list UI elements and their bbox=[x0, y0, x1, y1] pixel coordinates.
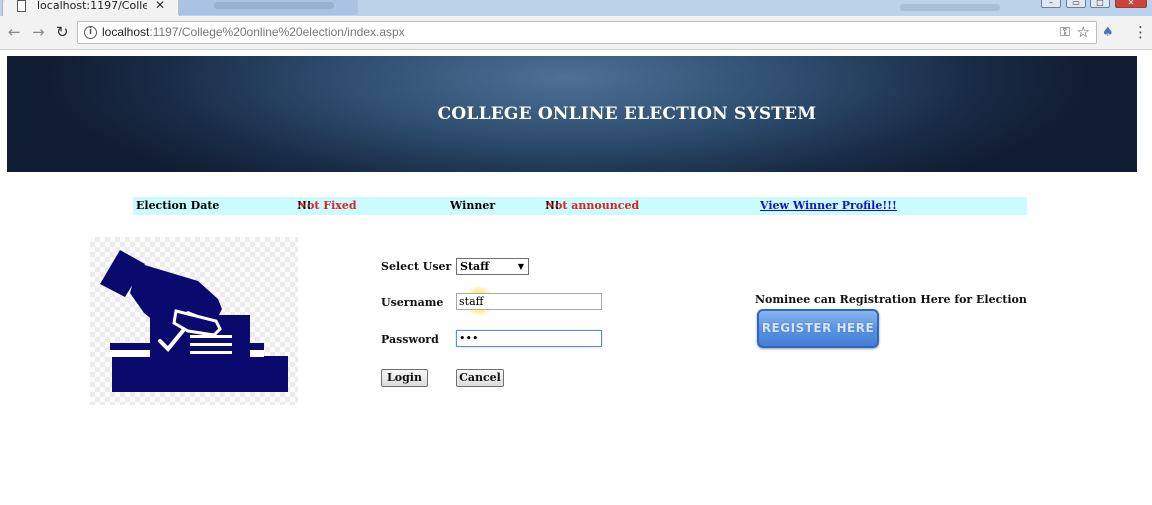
cancel-button[interactable]: Cancel bbox=[456, 369, 504, 387]
browser-tab-active[interactable]: localhost:1197/College o ✕ bbox=[2, 0, 180, 16]
password-label: Password bbox=[381, 333, 439, 346]
username-label: Username bbox=[381, 296, 444, 309]
chevron-down-icon: ▼ bbox=[517, 261, 524, 271]
election-info-bar: Election Date Not Fixed !!! Winner Not a… bbox=[133, 197, 1027, 215]
page-title: COLLEGE ONLINE ELECTION SYSTEM bbox=[437, 104, 817, 124]
star-icon[interactable]: ☆ bbox=[1077, 23, 1090, 41]
winner-label: Winner bbox=[450, 199, 496, 212]
header-banner: COLLEGE ONLINE ELECTION SYSTEM bbox=[7, 56, 1137, 172]
address-bar[interactable]: i localhost:1197/College%20online%20elec… bbox=[77, 21, 1097, 44]
ballot-box-image bbox=[90, 237, 298, 405]
browser-tab-inactive[interactable] bbox=[178, 0, 358, 15]
forward-icon[interactable]: → bbox=[32, 23, 45, 41]
close-window-icon[interactable]: ✕ bbox=[1115, 0, 1147, 8]
register-here-button[interactable]: REGISTER HERE bbox=[757, 309, 879, 348]
ballot-hand-icon bbox=[100, 250, 288, 392]
username-input[interactable]: staff bbox=[456, 293, 602, 310]
reload-icon[interactable]: ↻ bbox=[56, 23, 69, 41]
page-icon bbox=[17, 0, 26, 12]
nominee-registration-text: Nominee can Registration Here for Electi… bbox=[755, 293, 1027, 306]
close-icon[interactable]: ✕ bbox=[155, 0, 165, 12]
minimize-window-icon[interactable]: – bbox=[1041, 0, 1061, 8]
login-button[interactable]: Login bbox=[381, 369, 428, 387]
key-icon[interactable]: ⚿ bbox=[1060, 25, 1070, 40]
select-user-dropdown[interactable]: Staff ▼ bbox=[456, 258, 529, 275]
browser-toolbar: ← → ↻ i localhost:1197/College%20online%… bbox=[0, 16, 1152, 50]
tab-title: localhost:1197/College o bbox=[37, 0, 147, 12]
election-date-label: Election Date bbox=[136, 199, 220, 212]
view-winner-profile-link[interactable]: View Winner Profile!!! bbox=[760, 197, 897, 215]
info-icon[interactable]: i bbox=[84, 26, 97, 39]
select-user-label: Select User bbox=[381, 260, 452, 273]
password-input[interactable]: ••• bbox=[456, 330, 602, 347]
menu-icon[interactable]: ⋮ bbox=[1133, 23, 1148, 41]
restore-window-icon[interactable]: ▭ bbox=[1066, 0, 1086, 8]
url-text[interactable]: localhost:1197/College%20online%20electi… bbox=[102, 25, 405, 39]
browser-tab-bar: localhost:1197/College o ✕ – ▭ □ ✕ bbox=[0, 0, 1152, 16]
back-icon[interactable]: ← bbox=[8, 23, 21, 41]
maximize-window-icon[interactable]: □ bbox=[1090, 0, 1110, 8]
extension-icon[interactable]: ♠ bbox=[1102, 25, 1114, 40]
profile-name bbox=[900, 4, 1000, 11]
